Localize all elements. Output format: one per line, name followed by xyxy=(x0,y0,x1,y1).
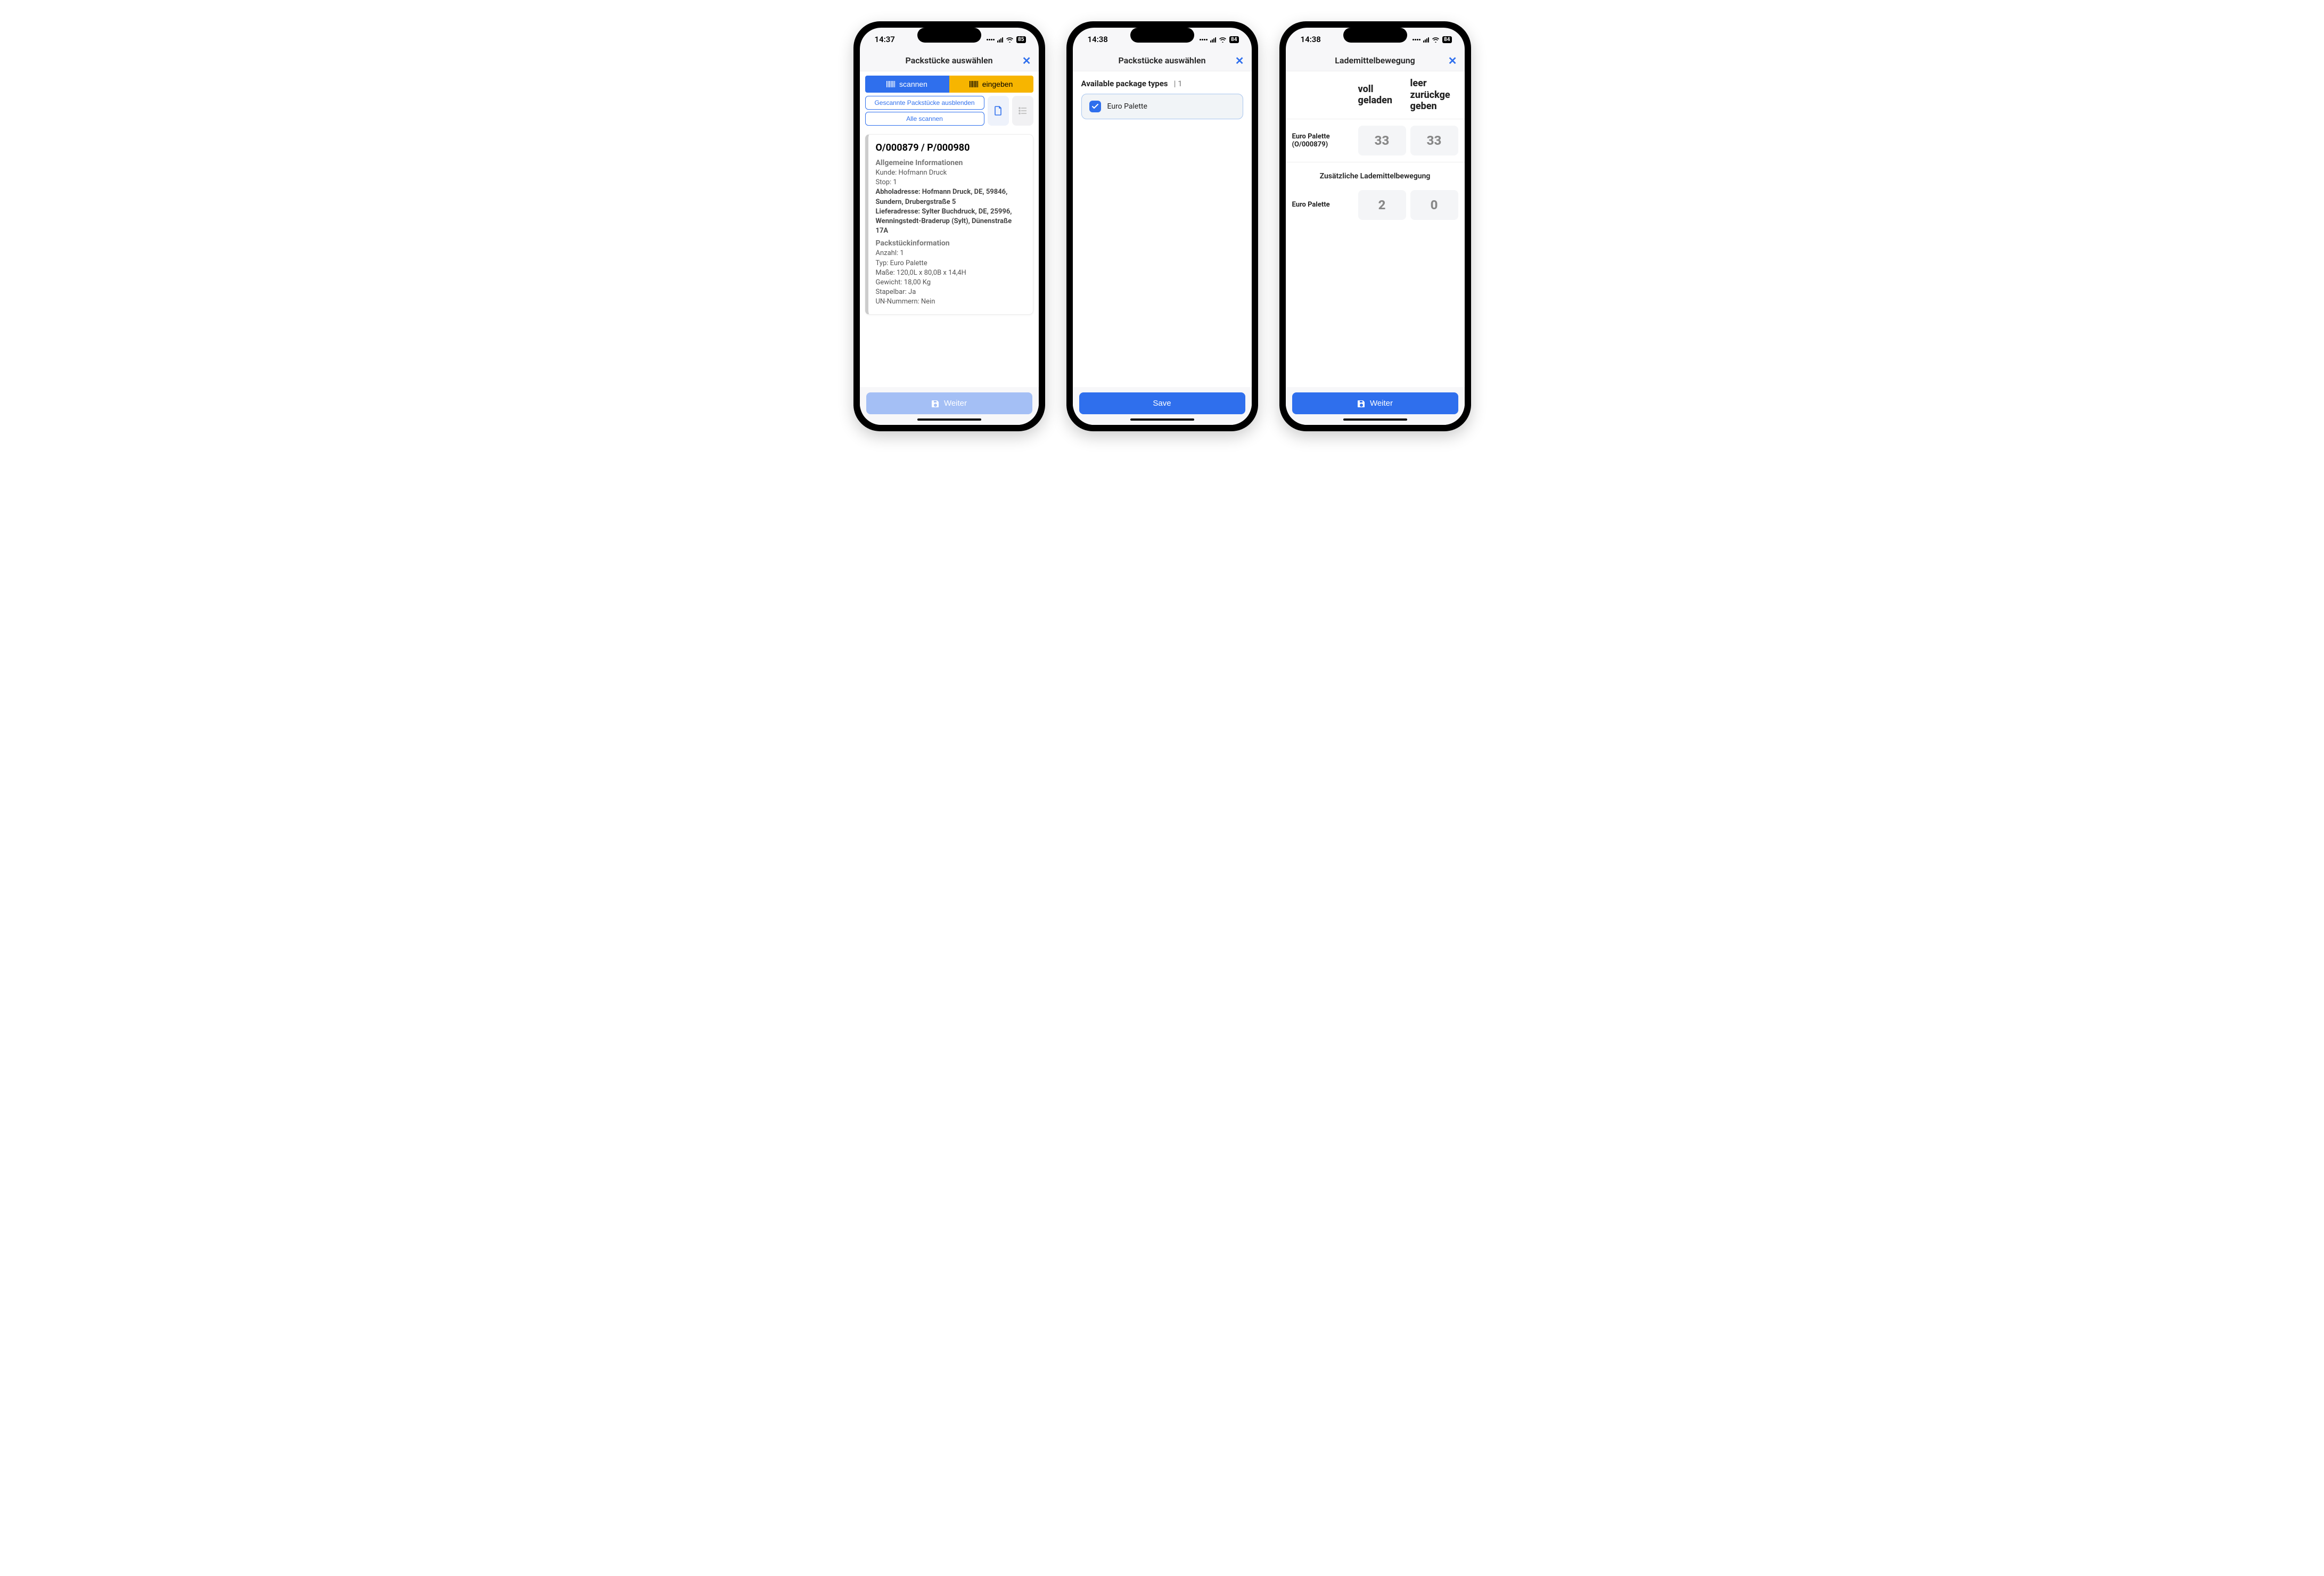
enter-tab-label: eingeben xyxy=(982,80,1013,88)
wifi-icon xyxy=(1219,37,1227,43)
phone-3: 14:38 84 Lademittelbewegung ✕ voll gelad… xyxy=(1279,21,1471,431)
continue-label: Weiter xyxy=(944,399,967,408)
signal-bars-icon xyxy=(997,37,1003,43)
scan-tab[interactable]: scannen xyxy=(865,76,949,93)
screen-3: 14:38 84 Lademittelbewegung ✕ voll gelad… xyxy=(1286,28,1465,425)
save-button[interactable]: Save xyxy=(1079,392,1245,414)
battery-icon: 84 xyxy=(1229,36,1238,43)
document-view-button[interactable] xyxy=(988,96,1009,126)
close-button[interactable]: ✕ xyxy=(1022,54,1031,67)
signal-dots-icon xyxy=(1200,39,1208,40)
list-icon xyxy=(1019,107,1027,114)
phone-2: 14:38 84 Packstücke auswählen ✕ Availabl… xyxy=(1066,21,1258,431)
home-indicator[interactable] xyxy=(917,418,981,421)
content: Available package types | 1 Euro Palette xyxy=(1073,71,1252,387)
status-time: 14:38 xyxy=(1301,35,1321,44)
general-heading: Allgemeine Informationen xyxy=(876,159,1025,167)
signal-dots-icon xyxy=(987,39,995,40)
continue-button[interactable]: Weiter xyxy=(1292,392,1458,414)
lad-header-row: voll geladen leer zurückge geben xyxy=(1286,71,1465,119)
status-time: 14:38 xyxy=(1088,35,1108,44)
notch xyxy=(917,28,981,43)
close-button[interactable]: ✕ xyxy=(1235,54,1244,67)
header: Packstücke auswählen ✕ xyxy=(860,51,1039,71)
save-icon xyxy=(931,399,940,408)
status-right: 85 xyxy=(987,36,1025,43)
checkbox-checked[interactable] xyxy=(1089,101,1101,112)
delivery-line: Lieferadresse: Sylter Buchdruck, DE, 259… xyxy=(876,207,1025,236)
save-label: Save xyxy=(1153,399,1171,408)
home-indicator[interactable] xyxy=(1130,418,1194,421)
continue-label: Weiter xyxy=(1370,399,1393,408)
count-line: Anzahl: 1 xyxy=(876,249,1025,258)
pkg-types-heading: Available package types | 1 xyxy=(1073,71,1252,94)
lad-row: Euro Palette (O/000879) 33 33 xyxy=(1286,119,1465,162)
weight-line: Gewicht: 18,00 Kg xyxy=(876,278,1025,288)
stop-line: Stop: 1 xyxy=(876,178,1025,187)
segment-row: scannen eingeben xyxy=(860,71,1039,96)
lad-add-loaded-input[interactable]: 2 xyxy=(1358,190,1406,220)
wifi-icon xyxy=(1432,37,1440,43)
document-icon xyxy=(994,106,1003,116)
status-right: 84 xyxy=(1200,36,1238,43)
content: voll geladen leer zurückge geben Euro Pa… xyxy=(1286,71,1465,387)
close-button[interactable]: ✕ xyxy=(1448,54,1457,67)
pkg-types-label: Available package types xyxy=(1081,79,1168,88)
screen-2: 14:38 84 Packstücke auswählen ✕ Availabl… xyxy=(1073,28,1252,425)
additional-heading: Zusätzliche Lademittelbewegung xyxy=(1286,162,1465,184)
lad-returned-input[interactable]: 33 xyxy=(1410,126,1458,155)
pkg-types-count: | 1 xyxy=(1170,79,1182,88)
un-line: UN-Nummern: Nein xyxy=(876,297,1025,307)
list-view-button[interactable] xyxy=(1012,96,1033,126)
header: Lademittelbewegung ✕ xyxy=(1286,51,1465,71)
lad-add-returned-input[interactable]: 0 xyxy=(1410,190,1458,220)
stackable-line: Stapelbar: Ja xyxy=(876,288,1025,297)
signal-bars-icon xyxy=(1423,37,1429,43)
filter-row: Gescannte Packstücke ausblenden Alle sca… xyxy=(860,96,1039,131)
home-indicator[interactable] xyxy=(1343,418,1407,421)
signal-bars-icon xyxy=(1210,37,1216,43)
package-card[interactable]: O/000879 / P/000980 Allgemeine Informati… xyxy=(865,134,1033,315)
lad-additional-row: Euro Palette 2 0 xyxy=(1286,184,1465,226)
pkg-type-item[interactable]: Euro Palette xyxy=(1081,94,1243,119)
card-title: O/000879 / P/000980 xyxy=(876,142,1025,153)
signal-dots-icon xyxy=(1413,39,1420,40)
page-title: Packstücke auswählen xyxy=(905,55,992,65)
check-icon xyxy=(1092,104,1098,109)
screen-1: 14:37 85 Packstücke auswählen ✕ scannen xyxy=(860,28,1039,425)
pkg-type-label: Euro Palette xyxy=(1107,102,1147,111)
page-title: Lademittelbewegung xyxy=(1335,55,1415,65)
pickup-line: Abholadresse: Hofmann Druck, DE, 59846, … xyxy=(876,187,1025,207)
content: scannen eingeben Gescannte Packstücke au… xyxy=(860,71,1039,387)
type-line: Typ: Euro Palette xyxy=(876,259,1025,268)
continue-button[interactable]: Weiter xyxy=(866,392,1032,414)
pkg-heading: Packstückinformation xyxy=(876,239,1025,248)
enter-tab[interactable]: eingeben xyxy=(949,76,1033,93)
dims-line: Maße: 120,0L x 80,0B x 14,4H xyxy=(876,268,1025,278)
phone-1: 14:37 85 Packstücke auswählen ✕ scannen xyxy=(853,21,1045,431)
hide-scanned-button[interactable]: Gescannte Packstücke ausblenden xyxy=(865,96,984,110)
scan-tab-label: scannen xyxy=(899,80,927,88)
barcode-icon xyxy=(970,81,978,87)
lad-add-row-label: Euro Palette xyxy=(1292,201,1354,209)
lad-row-label: Euro Palette (O/000879) xyxy=(1292,133,1354,149)
header: Packstücke auswählen ✕ xyxy=(1073,51,1252,71)
barcode-icon xyxy=(886,81,895,87)
save-icon xyxy=(1357,399,1366,408)
notch xyxy=(1130,28,1194,43)
wifi-icon xyxy=(1006,37,1014,43)
status-time: 14:37 xyxy=(875,35,895,44)
col-returned: leer zurückge geben xyxy=(1410,78,1458,112)
filter-col: Gescannte Packstücke ausblenden Alle sca… xyxy=(865,96,984,126)
page-title: Packstücke auswählen xyxy=(1118,55,1205,65)
col-loaded: voll geladen xyxy=(1358,84,1406,106)
status-right: 84 xyxy=(1413,36,1451,43)
lad-loaded-input[interactable]: 33 xyxy=(1358,126,1406,155)
battery-icon: 85 xyxy=(1016,36,1025,43)
customer-line: Kunde: Hofmann Druck xyxy=(876,168,1025,178)
scan-all-button[interactable]: Alle scannen xyxy=(865,112,984,126)
notch xyxy=(1343,28,1407,43)
battery-icon: 84 xyxy=(1442,36,1451,43)
